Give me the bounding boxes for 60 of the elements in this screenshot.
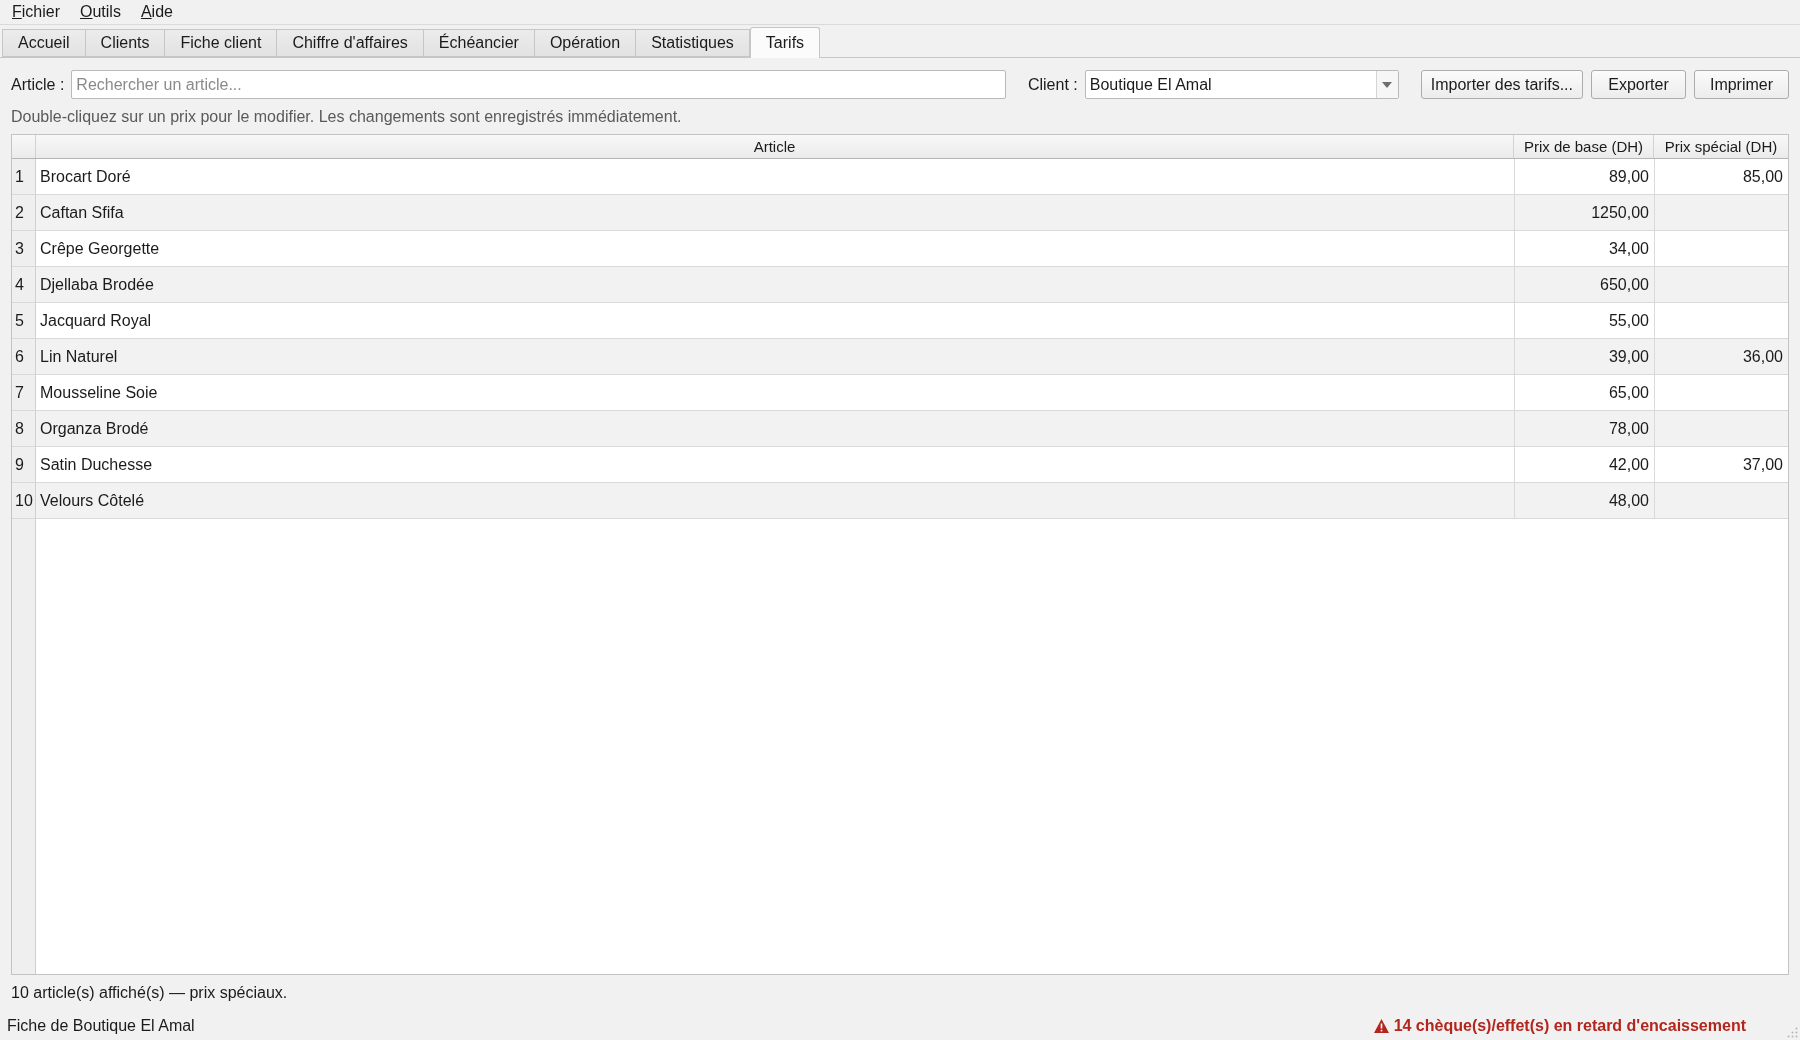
- table-cell: 1250,00: [1514, 195, 1654, 230]
- table-cell: 42,00: [1514, 447, 1654, 482]
- client-label: Client :: [1027, 75, 1078, 94]
- tab[interactable]: Opération: [534, 29, 637, 57]
- status-text: Fiche de Boutique El Amal: [7, 1017, 196, 1035]
- column-header[interactable]: Prix spécial (DH): [1654, 135, 1788, 158]
- table-cell: 89,00: [1514, 159, 1654, 194]
- table-cell-text: Crêpe Georgette: [39, 238, 161, 259]
- table-cell-text: Velours Côtelé: [39, 490, 146, 511]
- tab[interactable]: Accueil: [2, 29, 86, 57]
- tab[interactable]: Chiffre d'affaires: [277, 29, 424, 57]
- toolbar-button[interactable]: Exporter: [1591, 70, 1686, 99]
- toolbar-button[interactable]: Importer des tarifs...: [1420, 70, 1583, 99]
- menu-item[interactable]: Fichier: [2, 1, 70, 23]
- tab[interactable]: Clients: [85, 29, 166, 57]
- menu-item[interactable]: Outils: [70, 1, 131, 23]
- caret-down-icon: [1382, 81, 1393, 88]
- table-cell: 65,00: [1514, 375, 1654, 410]
- row-number: 9: [12, 447, 36, 482]
- row-number: 4: [12, 267, 36, 302]
- warning-text: 14 chèque(s)/effet(s) en retard d'encaissement: [1393, 1017, 1746, 1035]
- toolbar-button[interactable]: Imprimer: [1694, 70, 1789, 99]
- table-cell-text: Brocart Doré: [39, 166, 132, 187]
- tab[interactable]: Échéancier: [423, 29, 535, 57]
- warning-icon: [1373, 1019, 1389, 1033]
- table-cell-text: Djellaba Brodée: [39, 274, 155, 295]
- table-cell: 36,00: [1654, 339, 1788, 374]
- row-number: 1: [12, 159, 36, 194]
- table-cell: 650,00: [1514, 267, 1654, 302]
- table-cell-text: Jacquard Royal: [39, 310, 153, 331]
- client-dropdown[interactable]: Boutique El Amal: [1084, 70, 1399, 99]
- row-number: 2: [12, 195, 36, 230]
- table-cell: 85,00: [1654, 159, 1788, 194]
- tab[interactable]: Statistiques: [636, 29, 750, 57]
- table-cell-text: Caftan Sfifa: [39, 202, 125, 223]
- row-number: 5: [12, 303, 36, 338]
- table-cell: 48,00: [1514, 483, 1654, 518]
- table-cell: 78,00: [1514, 411, 1654, 446]
- table-cell-text: Mousseline Soie: [39, 382, 159, 403]
- search-field[interactable]: Rechercher un article...: [71, 70, 1006, 99]
- article-label: Article :: [11, 75, 65, 94]
- hint-text: Double-cliquez sur un prix pour le modifier. Les changements sont enregistrés immédiatement.: [11, 108, 683, 126]
- column-header[interactable]: Prix de base (DH): [1514, 135, 1654, 158]
- table-cell: 37,00: [1654, 447, 1788, 482]
- row-number: 3: [12, 231, 36, 266]
- summary-text: 10 article(s) affiché(s) — prix spéciaux.: [11, 984, 289, 1002]
- table-cell: 34,00: [1514, 231, 1654, 266]
- table-cell: 39,00: [1514, 339, 1654, 374]
- table-cell-text: Lin Naturel: [39, 346, 119, 367]
- row-number: 6: [12, 339, 36, 374]
- table-cell: 55,00: [1514, 303, 1654, 338]
- row-number: 8: [12, 411, 36, 446]
- tab[interactable]: Tarifs: [749, 27, 821, 58]
- row-number: 7: [12, 375, 36, 410]
- size-grip-icon[interactable]: [1787, 1027, 1798, 1038]
- table-cell-text: Satin Duchesse: [39, 454, 154, 475]
- column-header[interactable]: Article: [36, 135, 1514, 158]
- menu-item[interactable]: Aide: [130, 1, 183, 23]
- tab[interactable]: Fiche client: [165, 29, 278, 57]
- table-cell-text: Organza Brodé: [39, 418, 150, 439]
